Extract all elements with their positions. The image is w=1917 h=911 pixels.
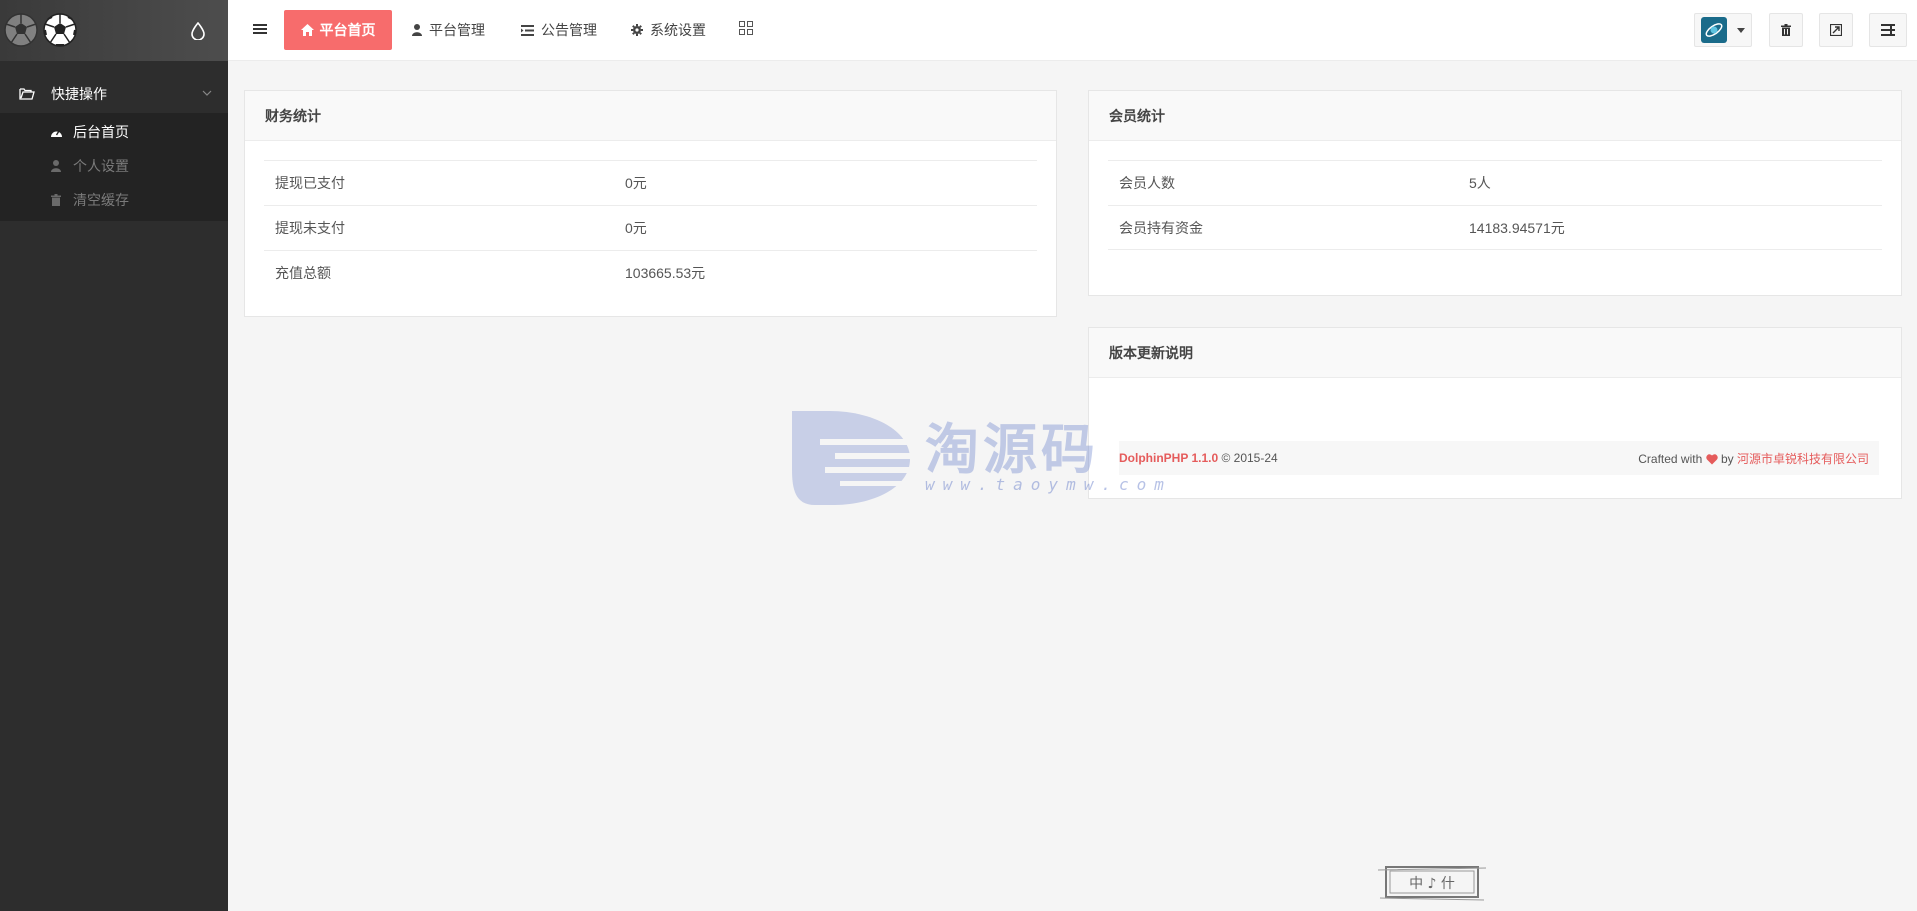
table-row: 提现已支付 0元 <box>264 160 1037 205</box>
list-icon <box>521 24 534 36</box>
stamp-text: 中 ♪ 什 <box>1409 876 1455 892</box>
row-value: 0元 <box>625 220 647 236</box>
dashboard-icon <box>49 125 63 139</box>
row-label: 会员人数 <box>1119 175 1175 191</box>
sidebar-item-dashboard[interactable]: 后台首页 <box>0 115 228 149</box>
clear-cache-button[interactable] <box>1769 13 1803 47</box>
member-table: 会员人数 5人 会员持有资金 14183.94571元 <box>1089 141 1901 250</box>
table-row: 会员持有资金 14183.94571元 <box>1108 205 1882 250</box>
nav-label: 平台首页 <box>319 22 376 38</box>
sidebar-header <box>0 0 228 61</box>
company-link[interactable]: 河源市卓锐科技有限公司 <box>1737 452 1869 466</box>
crafted-info: Crafted with by 河源市卓锐科技有限公司 <box>1638 450 1869 467</box>
watermark-logo-icon <box>792 411 920 505</box>
row-label: 提现未支付 <box>275 220 345 236</box>
row-label: 会员持有资金 <box>1119 219 1203 236</box>
panel-title: 版本更新说明 <box>1089 328 1901 378</box>
panel-title: 财务统计 <box>245 91 1056 141</box>
nav-platform-home[interactable]: 平台首页 <box>284 10 392 50</box>
version-info: DolphinPHP 1.1.0 © 2015-24 <box>1119 451 1278 465</box>
menu-toggle-icon[interactable] <box>253 22 267 36</box>
table-row: 会员人数 5人 <box>1108 160 1882 205</box>
sidebar-submenu: 后台首页 个人设置 清空缓存 <box>0 113 228 221</box>
watermark: 淘源码 www.taoymw.com <box>790 405 1164 505</box>
row-value: 14183.94571元 <box>1469 219 1565 236</box>
user-icon <box>49 159 63 173</box>
nav-system-settings[interactable]: 系统设置 <box>631 10 706 50</box>
row-value: 5人 <box>1469 175 1491 191</box>
by-text: by <box>1720 451 1734 466</box>
sidebar-item-label: 个人设置 <box>73 158 129 174</box>
stamp-icon: 中 ♪ 什 <box>1378 866 1486 901</box>
theme-drop-icon[interactable] <box>191 22 205 40</box>
brand-version-link[interactable]: DolphinPHP 1.1.0 <box>1119 451 1218 465</box>
row-label: 提现已支付 <box>275 175 345 191</box>
soccer-ball-logo-icon <box>4 13 38 47</box>
avatar-logo-icon <box>1705 23 1723 37</box>
nav-label: 系统设置 <box>650 22 706 38</box>
panel-title: 会员统计 <box>1089 91 1901 141</box>
gear-icon <box>631 24 643 36</box>
sidebar-item-profile[interactable]: 个人设置 <box>0 149 228 183</box>
table-row: 提现未支付 0元 <box>264 205 1037 250</box>
top-navbar: 平台首页 平台管理 公告管理 系统设置 <box>228 0 1917 61</box>
sidebar-group-quick-actions[interactable]: 快捷操作 <box>0 74 228 113</box>
sidebar-menu: 快捷操作 后台首页 个人设置 清空缓存 <box>0 74 228 221</box>
folder-open-icon <box>19 88 35 100</box>
nav-label: 公告管理 <box>541 22 597 38</box>
avatar <box>1701 17 1727 43</box>
sidebar-item-clear-cache[interactable]: 清空缓存 <box>0 183 228 217</box>
trash-icon <box>1781 24 1791 36</box>
member-stats-panel: 会员统计 会员人数 5人 会员持有资金 14183.94571元 <box>1088 90 1902 296</box>
copyright-text: © 2015-24 <box>1221 451 1278 465</box>
trash-icon <box>49 193 63 207</box>
version-footer: DolphinPHP 1.1.0 © 2015-24 Crafted with … <box>1119 441 1879 475</box>
row-label: 充值总额 <box>275 265 331 281</box>
sidebar-group-label: 快捷操作 <box>51 85 107 102</box>
soccer-ball-logo-icon[interactable] <box>43 13 77 47</box>
chevron-down-icon <box>202 90 212 96</box>
grid-apps-icon[interactable] <box>739 21 753 35</box>
home-icon <box>300 24 314 36</box>
caret-down-icon <box>1737 27 1745 33</box>
nav-notice-manage[interactable]: 公告管理 <box>521 10 597 50</box>
row-value: 0元 <box>625 175 647 191</box>
side-panel-button[interactable] <box>1869 13 1907 47</box>
finance-table: 提现已支付 0元 提现未支付 0元 充值总额 103665.53元 <box>245 141 1056 295</box>
watermark-text: 淘源码 <box>925 418 1099 481</box>
user-icon <box>412 24 422 36</box>
expand-icon <box>1830 24 1842 36</box>
user-menu-button[interactable] <box>1694 13 1752 47</box>
crafted-text: Crafted with <box>1638 451 1703 466</box>
table-row: 充值总额 103665.53元 <box>264 250 1037 295</box>
sidebar-item-label: 清空缓存 <box>73 192 129 208</box>
sidebar: 快捷操作 后台首页 个人设置 清空缓存 <box>0 0 228 911</box>
heart-icon <box>1705 454 1718 465</box>
row-value: 103665.53元 <box>625 265 706 281</box>
version-notes-panel: 版本更新说明 DolphinPHP 1.1.0 © 2015-24 Crafte… <box>1088 327 1902 499</box>
finance-stats-panel: 财务统计 提现已支付 0元 提现未支付 0元 充值总额 103665.53元 <box>244 90 1057 317</box>
nav-platform-manage[interactable]: 平台管理 <box>412 10 485 50</box>
fullscreen-button[interactable] <box>1819 13 1853 47</box>
nav-label: 平台管理 <box>429 22 485 38</box>
panel-list-icon <box>1881 24 1895 36</box>
sidebar-item-label: 后台首页 <box>73 124 129 140</box>
